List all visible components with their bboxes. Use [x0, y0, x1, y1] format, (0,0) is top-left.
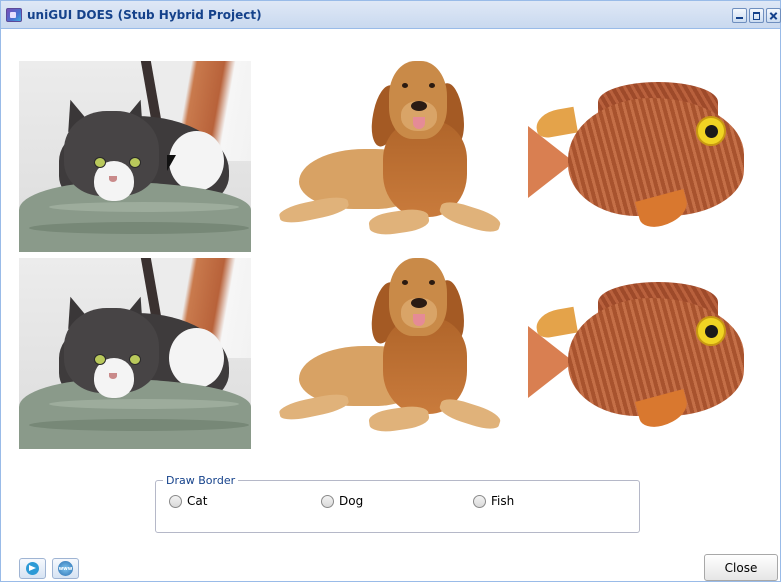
radio-dog[interactable]: Dog [321, 494, 363, 508]
radio-fish-label: Fish [491, 494, 515, 508]
send-button[interactable] [19, 558, 46, 579]
radio-fish[interactable]: Fish [473, 494, 514, 508]
dog-image [279, 61, 505, 247]
cat-image [19, 258, 251, 449]
radio-cat[interactable]: Cat [169, 494, 207, 508]
cat-image [19, 61, 251, 252]
www-icon: www [58, 561, 73, 576]
radio-circle-icon[interactable] [169, 494, 182, 508]
draw-border-legend: Draw Border [163, 474, 239, 487]
title-bar[interactable]: uniGUI DOES (Stub Hybrid Project) [1, 1, 781, 29]
draw-border-group [155, 480, 640, 533]
radio-circle-icon[interactable] [473, 494, 486, 508]
radio-dog-label: Dog [339, 494, 364, 508]
dog-image [279, 258, 505, 444]
send-icon [26, 562, 39, 575]
app-icon [6, 8, 22, 22]
www-button[interactable]: www [52, 558, 79, 579]
radio-circle-icon[interactable] [321, 494, 334, 508]
minimize-button[interactable] [732, 8, 747, 23]
window-title: uniGUI DOES (Stub Hybrid Project) [27, 8, 262, 22]
radio-cat-label: Cat [187, 494, 208, 508]
maximize-button[interactable] [749, 8, 764, 23]
close-window-button[interactable] [766, 8, 781, 23]
fish-image [528, 280, 748, 440]
close-button[interactable]: Close [704, 554, 778, 581]
fish-image [528, 80, 748, 240]
mouse-cursor-icon [167, 155, 176, 171]
